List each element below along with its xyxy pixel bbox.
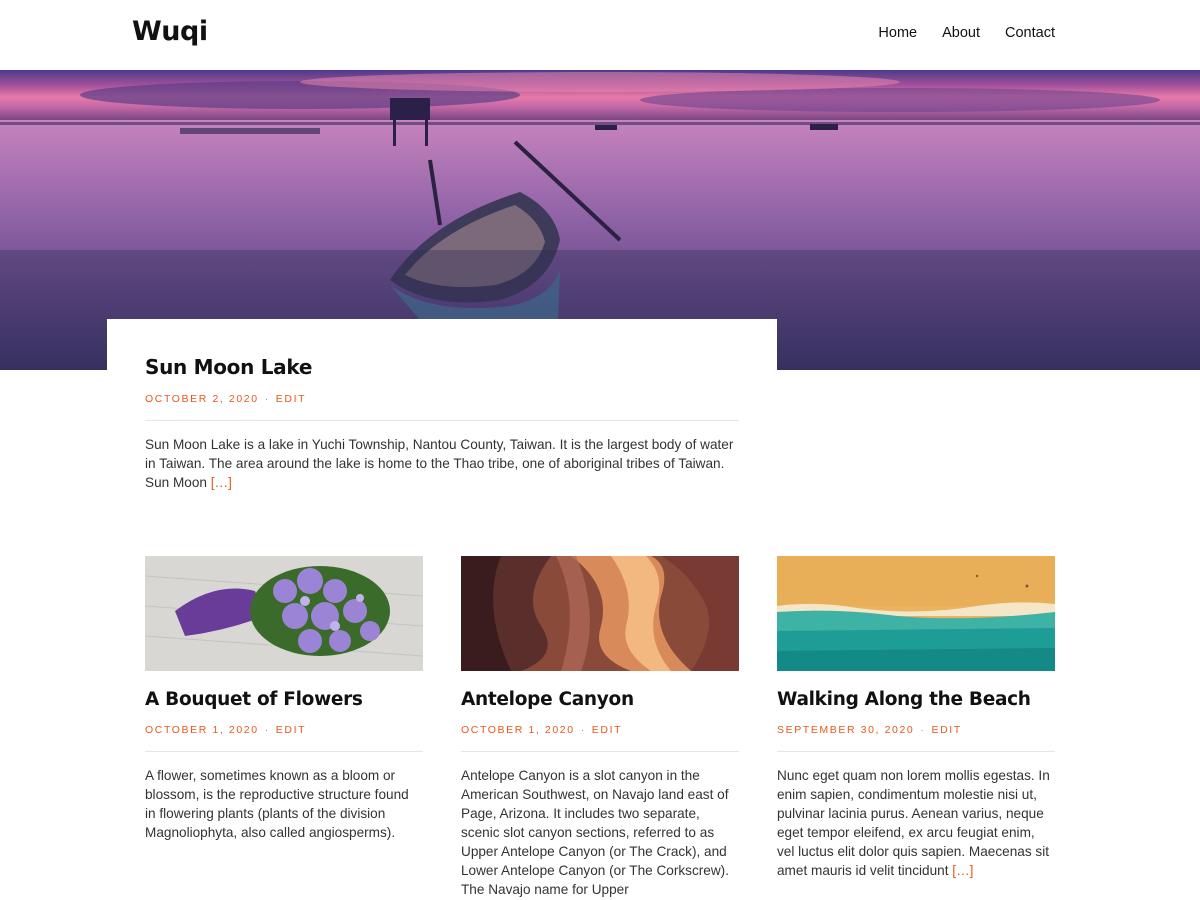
purple-flower-bouquet-image <box>145 556 423 671</box>
post-date[interactable]: September 30, 2020 <box>777 724 914 736</box>
featured-post: Sun Moon Lake October 2, 2020 · Edit Sun M… <box>107 319 777 519</box>
divider <box>777 751 1055 752</box>
post-card: A Bouquet of Flowers October 1, 2020 · Edi… <box>145 556 423 842</box>
read-more-link[interactable]: […] <box>952 863 973 878</box>
post-date[interactable]: October 1, 2020 <box>461 724 575 736</box>
post-edit-link[interactable]: Edit <box>276 724 306 736</box>
nav-about-link[interactable]: About <box>942 25 980 41</box>
excerpt-text: Antelope Canyon is a slot canyon in the … <box>461 768 729 897</box>
meta-separator: · <box>920 724 926 736</box>
post-title[interactable]: A Bouquet of Flowers <box>145 689 423 710</box>
post-card: Walking Along the Beach September 30, 20… <box>777 556 1055 880</box>
aerial-beach-image <box>777 556 1055 671</box>
nav-contact-link[interactable]: Contact <box>1005 25 1055 41</box>
post-excerpt: Nunc eget quam non lorem mollis egestas.… <box>777 766 1055 880</box>
post-card: Antelope Canyon October 1, 2020 · Edit Ant… <box>461 556 739 899</box>
post-thumbnail[interactable] <box>461 556 739 671</box>
antelope-canyon-image <box>461 556 739 671</box>
main-nav: Home About Contact <box>878 25 1055 41</box>
divider <box>145 420 739 421</box>
post-thumbnail[interactable] <box>145 556 423 671</box>
nav-home-link[interactable]: Home <box>878 25 917 41</box>
featured-post-date[interactable]: October 2, 2020 <box>145 393 259 405</box>
featured-post-excerpt: Sun Moon Lake is a lake in Yuchi Townshi… <box>145 435 739 492</box>
post-edit-link[interactable]: Edit <box>592 724 622 736</box>
post-excerpt: Antelope Canyon is a slot canyon in the … <box>461 766 739 899</box>
post-meta: September 30, 2020 · Edit <box>777 724 1055 736</box>
excerpt-text: A flower, sometimes known as a bloom or … <box>145 768 409 840</box>
featured-post-edit-link[interactable]: Edit <box>276 393 306 405</box>
excerpt-text: Nunc eget quam non lorem mollis egestas.… <box>777 768 1050 878</box>
post-excerpt: A flower, sometimes known as a bloom or … <box>145 766 423 842</box>
excerpt-text: Sun Moon Lake is a lake in Yuchi Townshi… <box>145 437 734 490</box>
post-thumbnail[interactable] <box>777 556 1055 671</box>
post-date[interactable]: October 1, 2020 <box>145 724 259 736</box>
site-header: Wuqi Home About Contact <box>0 0 1200 70</box>
site-title-link[interactable]: Wuqi <box>132 16 208 47</box>
meta-separator: · <box>264 393 270 405</box>
meta-separator: · <box>264 724 270 736</box>
featured-post-meta: October 2, 2020 · Edit <box>145 393 739 405</box>
post-meta: October 1, 2020 · Edit <box>461 724 739 736</box>
post-title[interactable]: Antelope Canyon <box>461 689 739 710</box>
read-more-link[interactable]: […] <box>211 475 232 490</box>
post-edit-link[interactable]: Edit <box>931 724 961 736</box>
post-title[interactable]: Walking Along the Beach <box>777 689 1055 710</box>
divider <box>145 751 423 752</box>
divider <box>461 751 739 752</box>
featured-post-title[interactable]: Sun Moon Lake <box>145 355 739 379</box>
post-meta: October 1, 2020 · Edit <box>145 724 423 736</box>
meta-separator: · <box>580 724 586 736</box>
